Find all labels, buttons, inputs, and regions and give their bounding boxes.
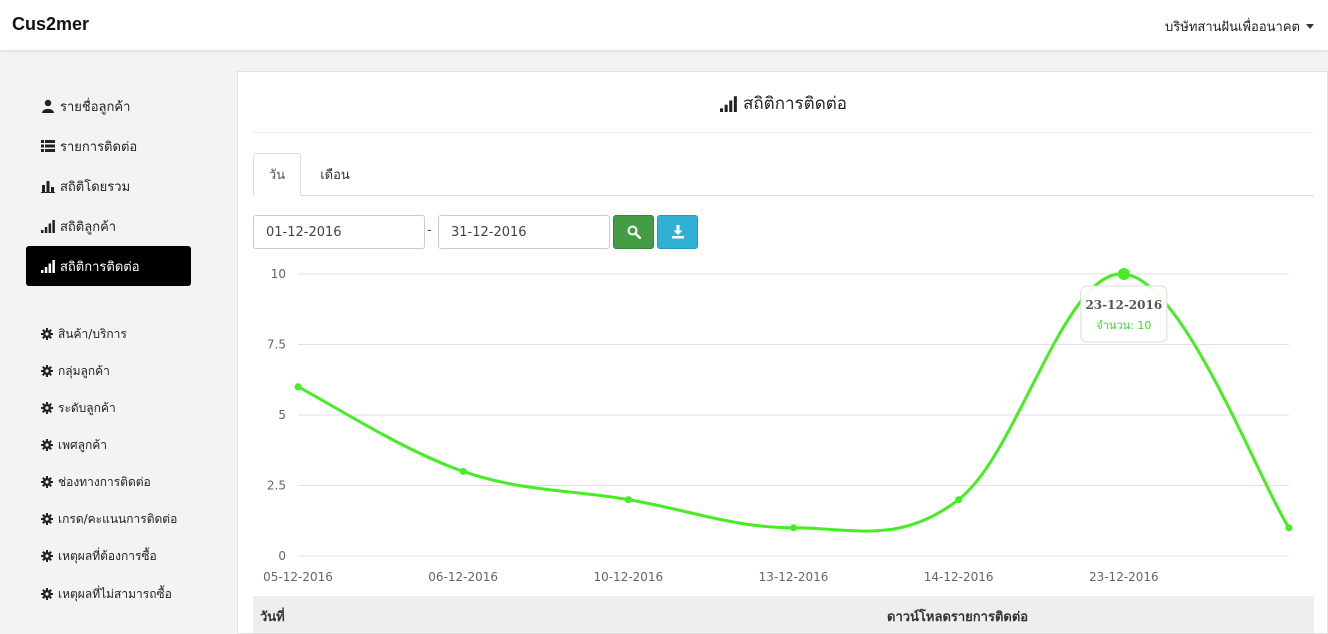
- chart-tooltip: [1080, 285, 1168, 343]
- x-tick-label: 05-12-2016: [263, 570, 333, 584]
- y-tick-label: 5: [278, 408, 286, 422]
- contact-stats-panel: สถิติการติดต่อ วัน เดือน - 02.557.51005-…: [237, 71, 1328, 634]
- gear-icon: [41, 513, 53, 525]
- sidebar-item-label: สถิติลูกค้า: [60, 219, 117, 235]
- top-navbar: Cus2mer บริษัทสานฝันเพื่ออนาคต: [0, 0, 1328, 50]
- table-header-row: วันที่ ดาวน์โหลดรายการติดต่อ: [253, 596, 1314, 634]
- sidebar: รายชื่อลูกค้า รายการติดต่อ สถิติโดยรวม ส…: [0, 50, 236, 634]
- table-header-date: วันที่: [260, 610, 285, 625]
- data-point: [1285, 524, 1293, 532]
- data-point: [294, 383, 302, 391]
- sidebar-item-label: ระดับลูกค้า: [58, 400, 116, 415]
- contact-stats-line-chart[interactable]: 0 2.5 5 7.5 10 05-12-2016 06-12-2016 10-12-2016…: [238, 72, 1328, 592]
- sidebar-item-customer-levels[interactable]: ระดับลูกค้า: [41, 398, 116, 418]
- gear-icon: [41, 439, 53, 451]
- sidebar-item-label: เหตุผลที่ไม่สามารถซื้อ: [58, 586, 172, 601]
- sidebar-item-label: ช่องทางการติดต่อ: [58, 474, 151, 489]
- sidebar-item-overall-stats[interactable]: สถิติโดยรวม: [26, 166, 191, 206]
- x-tick-label: 06-12-2016: [428, 570, 498, 584]
- signal-icon: [41, 260, 55, 273]
- user-icon: [42, 99, 54, 113]
- x-tick-label: 10-12-2016: [593, 570, 663, 584]
- sidebar-item-contact-stats[interactable]: สถิติการติดต่อ: [26, 246, 191, 286]
- x-tick-label: 23-12-2016: [1089, 570, 1159, 584]
- sidebar-item-customers[interactable]: รายชื่อลูกค้า: [26, 86, 191, 126]
- sidebar-item-customer-gender[interactable]: เพศลูกค้า: [41, 435, 107, 455]
- sidebar-item-label: กลุ่มลูกค้า: [58, 363, 110, 378]
- x-tick-label: 14-12-2016: [924, 570, 994, 584]
- y-tick-label: 2.5: [267, 479, 286, 493]
- sidebar-item-no-buy-reasons[interactable]: เหตุผลที่ไม่สามารถซื้อ: [41, 584, 172, 604]
- data-point: [459, 467, 467, 475]
- table-header-download: ดาวน์โหลดรายการติดต่อ: [887, 610, 1029, 625]
- sidebar-item-buy-reasons[interactable]: เหตุผลที่ต้องการซื้อ: [41, 546, 157, 566]
- gear-icon: [41, 550, 53, 562]
- sidebar-item-contact-grades[interactable]: เกรด/คะแนนการติดต่อ: [41, 509, 177, 529]
- x-tick-label: 13-12-2016: [759, 570, 829, 584]
- sidebar-item-label: รายการติดต่อ: [60, 139, 138, 155]
- signal-icon: [41, 220, 55, 233]
- gear-icon: [41, 476, 53, 488]
- data-point: [624, 496, 632, 504]
- sidebar-item-customer-groups[interactable]: กลุ่มลูกค้า: [41, 361, 110, 381]
- sidebar-item-label: เพศลูกค้า: [58, 437, 108, 452]
- y-tick-label: 7.5: [267, 338, 286, 352]
- data-point: [790, 524, 797, 532]
- tooltip-date: 23-12-2016: [1085, 298, 1162, 312]
- data-point: [1117, 268, 1130, 280]
- caret-down-icon: [1306, 24, 1314, 29]
- sidebar-item-label: รายชื่อลูกค้า: [60, 99, 131, 115]
- tooltip-value: จำนวน: 10: [1096, 319, 1151, 332]
- gear-icon: [41, 365, 53, 377]
- sidebar-item-products[interactable]: สินค้า/บริการ: [41, 324, 127, 344]
- sidebar-item-label: สินค้า/บริการ: [58, 326, 127, 341]
- bar-chart-icon: [41, 181, 55, 193]
- gear-icon: [41, 588, 53, 600]
- sidebar-item-label: เกรด/คะแนนการติดต่อ: [58, 511, 178, 526]
- sidebar-item-label: เหตุผลที่ต้องการซื้อ: [58, 548, 157, 563]
- sidebar-item-contact-channels[interactable]: ช่องทางการติดต่อ: [41, 472, 151, 492]
- company-dropdown[interactable]: บริษัทสานฝันเพื่ออนาคต: [1165, 16, 1314, 37]
- gear-icon: [41, 328, 53, 340]
- y-tick-label: 0: [278, 549, 286, 563]
- list-icon: [41, 140, 55, 152]
- sidebar-item-customer-stats[interactable]: สถิติลูกค้า: [26, 206, 191, 246]
- brand-logo[interactable]: Cus2mer: [12, 14, 89, 35]
- gear-icon: [41, 402, 53, 414]
- sidebar-item-contacts[interactable]: รายการติดต่อ: [26, 126, 191, 166]
- sidebar-item-label: สถิติการติดต่อ: [60, 259, 140, 275]
- data-point: [955, 496, 963, 504]
- sidebar-item-label: สถิติโดยรวม: [60, 179, 131, 195]
- y-tick-label: 10: [271, 267, 286, 281]
- company-name: บริษัทสานฝันเพื่ออนาคต: [1165, 20, 1300, 35]
